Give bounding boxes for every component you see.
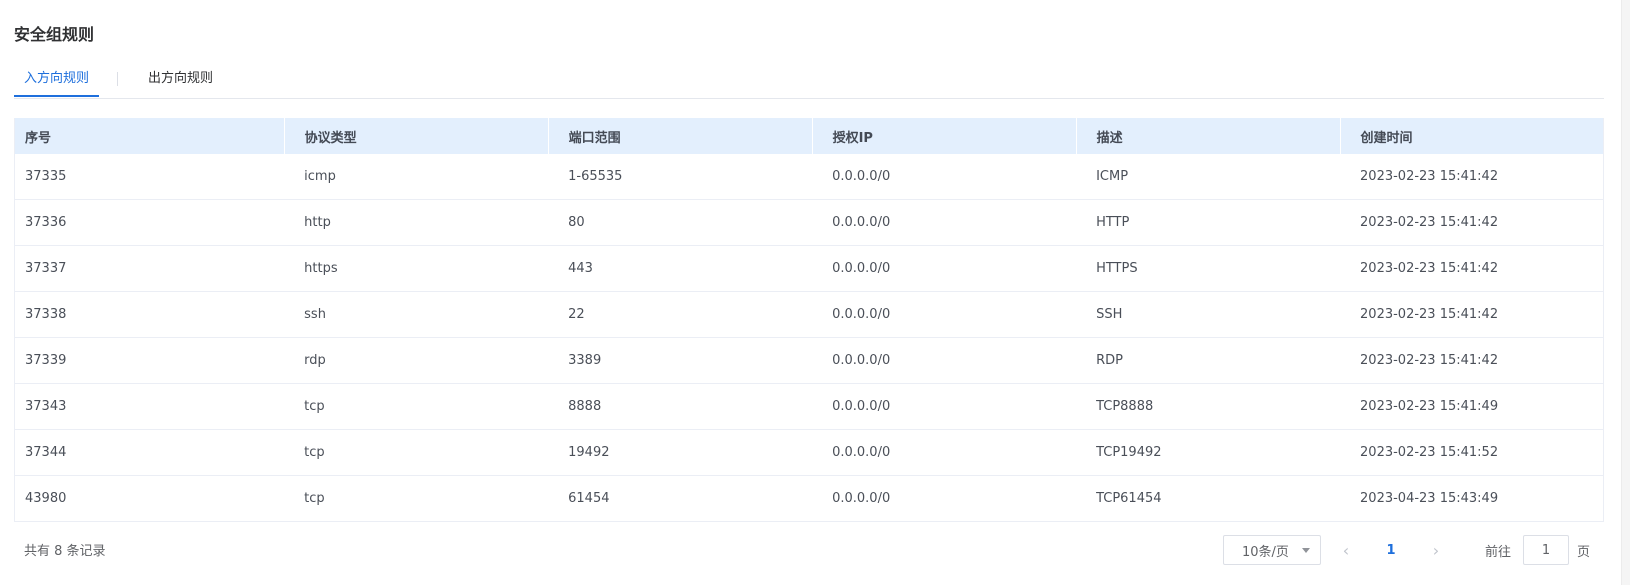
cell-id: 37335 [25,169,67,184]
cell-description: HTTP [1076,199,1341,246]
goto-page-input[interactable] [1522,535,1569,565]
cell-description: RDP [1076,337,1341,384]
cell-id: 37337 [15,245,285,292]
cell-protocol: rdp [284,337,549,384]
table-row: 37338 ssh 22 0.0.0.0/0 SSH 2023-02-23 15… [15,291,1603,338]
cell-id: 37343 [15,383,285,430]
table-row: 37343 tcp 8888 0.0.0.0/0 TCP8888 2023-02… [15,383,1603,430]
caret-down-icon [1301,547,1310,553]
goto-suffix: 页 [1576,544,1590,560]
goto-label: 前往 [1484,544,1511,560]
column-header-protocol: 协议类型 [284,118,549,154]
cell-port-range: 443 [548,245,813,292]
column-header-description: 描述 [1076,118,1341,154]
cell-authorized-ip: 0.0.0.0/0 [812,337,1077,384]
cell-description: TCP8888 [1076,383,1341,430]
cell-port-range: 3389 [548,337,813,384]
cell-port-range: 19492 [548,429,813,476]
cell-created-time: 2023-02-23 15:41:42 [1360,169,1499,184]
cell-port-range: 80 [548,199,813,246]
cell-id: 37336 [15,199,285,246]
cell-protocol: ssh [284,291,549,338]
cell-protocol: icmp [304,169,336,184]
cell-authorized-ip: 0.0.0.0/0 [812,429,1077,476]
cell-description: SSH [1076,291,1341,338]
cell-protocol: tcp [284,429,549,476]
rules-table: 序号 协议类型 端口范围 授权IP 描述 创建时间 37335 icmp 1-6… [14,118,1604,522]
total-records-text: 共有 8 条记录 [24,544,106,559]
table-row: 37337 https 443 0.0.0.0/0 HTTPS 2023-02-… [15,245,1603,292]
table-row: 37335 icmp 1-65535 0.0.0.0/0 ICMP 2023-0… [15,154,1603,200]
cell-created-time: 2023-04-23 15:43:49 [1340,475,1603,521]
cell-description: ICMP [1096,169,1129,184]
tab-outbound-rules[interactable]: 出方向规则 [138,64,223,97]
cell-port-range: 8888 [548,383,813,430]
cell-protocol: tcp [284,475,549,521]
cell-id: 37344 [15,429,285,476]
cell-authorized-ip: 0.0.0.0/0 [812,199,1077,246]
pagination: 10条/页 ‹ 1 › 前往 页 [1222,535,1590,565]
rule-direction-tabs: 入方向规则 出方向规则 [14,64,1604,99]
table-row: 43980 tcp 61454 0.0.0.0/0 TCP61454 2023-… [15,475,1603,521]
table-row: 37336 http 80 0.0.0.0/0 HTTP 2023-02-23 … [15,199,1603,246]
page-size-value: 10条/页 [1241,544,1289,560]
tab-divider [117,72,119,86]
cell-created-time: 2023-02-23 15:41:42 [1340,337,1603,384]
cell-authorized-ip: 0.0.0.0/0 [812,475,1077,521]
column-header-created-time: 创建时间 [1340,118,1603,154]
cell-authorized-ip: 0.0.0.0/0 [812,245,1077,292]
cell-created-time: 2023-02-23 15:41:49 [1340,383,1603,430]
cell-description: TCP61454 [1076,475,1341,521]
column-header-port-range: 端口范围 [548,118,813,154]
vertical-scrollbar[interactable] [1621,0,1630,585]
security-group-page: 安全组规则 入方向规则 出方向规则 序号 协议类型 端口范围 授权IP 描述 创… [0,0,1630,585]
cell-id: 43980 [15,475,285,521]
cell-created-time: 2023-02-23 15:41:42 [1340,199,1603,246]
cell-port-range: 22 [548,291,813,338]
table-row: 37344 tcp 19492 0.0.0.0/0 TCP19492 2023-… [15,429,1603,476]
cell-description: HTTPS [1076,245,1341,292]
cell-created-time: 2023-02-23 15:41:42 [1340,291,1603,338]
cell-port-range: 1-65535 [568,169,623,184]
page-number-current[interactable]: 1 [1381,543,1401,558]
table-row: 37339 rdp 3389 0.0.0.0/0 RDP 2023-02-23 … [15,337,1603,384]
column-header-id: 序号 [15,118,285,154]
section-title: 安全组规则 [14,25,95,44]
cell-protocol: https [284,245,549,292]
cell-authorized-ip: 0.0.0.0/0 [832,169,891,184]
cell-created-time: 2023-02-23 15:41:52 [1340,429,1603,476]
table-header-row: 序号 协议类型 端口范围 授权IP 描述 创建时间 [15,118,1603,154]
prev-page-icon[interactable]: ‹ [1335,541,1357,560]
cell-description: TCP19492 [1076,429,1341,476]
page-size-select[interactable]: 10条/页 [1222,535,1321,565]
cell-id: 37339 [15,337,285,384]
tab-inbound-rules[interactable]: 入方向规则 [14,64,100,97]
next-page-icon[interactable]: › [1425,541,1447,560]
cell-authorized-ip: 0.0.0.0/0 [812,291,1077,338]
cell-created-time: 2023-02-23 15:41:42 [1340,245,1603,292]
cell-port-range: 61454 [548,475,813,521]
column-header-authorized-ip: 授权IP [812,118,1077,154]
cell-authorized-ip: 0.0.0.0/0 [812,383,1077,430]
cell-id: 37338 [15,291,285,338]
cell-protocol: tcp [284,383,549,430]
cell-protocol: http [284,199,549,246]
